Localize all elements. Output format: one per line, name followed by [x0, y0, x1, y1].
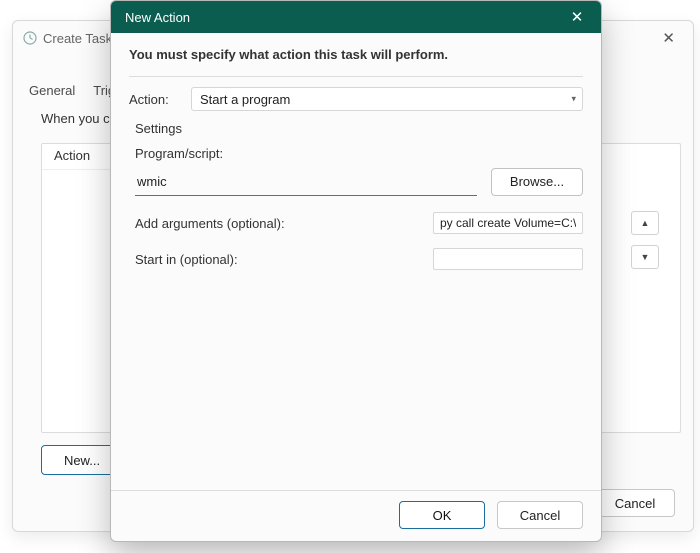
new-action-titlebar: New Action ✕ [111, 1, 601, 33]
arguments-row: Add arguments (optional): [135, 212, 583, 234]
startin-label: Start in (optional): [135, 252, 433, 267]
ok-button-label: OK [433, 508, 452, 523]
action-label: Action: [129, 92, 179, 107]
settings-area: Program/script: Browse... Add arguments … [135, 146, 583, 270]
program-script-label: Program/script: [135, 146, 583, 161]
cancel-button-label: Cancel [520, 508, 560, 523]
close-icon[interactable]: ✕ [654, 27, 683, 50]
reorder-buttons: ▲ ▼ [631, 211, 659, 269]
browse-button[interactable]: Browse... [491, 168, 583, 196]
divider [129, 76, 583, 77]
new-action-dialog: New Action ✕ You must specify what actio… [110, 0, 602, 542]
clock-icon [23, 31, 37, 45]
dialog-instruction: You must specify what action this task w… [129, 47, 583, 62]
close-icon[interactable]: ✕ [563, 5, 591, 29]
startin-row: Start in (optional): [135, 248, 583, 270]
cancel-button[interactable]: Cancel [497, 501, 583, 529]
program-row: Browse... [135, 167, 583, 196]
chevron-down-icon: ▾ [571, 94, 576, 105]
move-up-button[interactable]: ▲ [631, 211, 659, 235]
browse-button-label: Browse... [510, 174, 564, 189]
arguments-input[interactable] [433, 212, 583, 234]
create-task-cancel-label: Cancel [615, 496, 655, 511]
create-task-cancel-button[interactable]: Cancel [595, 489, 675, 517]
tab-general[interactable]: General [27, 79, 77, 102]
settings-group-label: Settings [135, 121, 583, 136]
divider [111, 490, 601, 491]
arguments-label: Add arguments (optional): [135, 216, 433, 231]
new-action-title: New Action [125, 10, 563, 25]
action-row: Action: Start a program ▾ [129, 87, 583, 111]
create-task-instruction: When you c [41, 111, 110, 126]
ok-button[interactable]: OK [399, 501, 485, 529]
create-task-tabs: General Trig [27, 79, 117, 102]
new-action-body: You must specify what action this task w… [111, 33, 601, 270]
new-action-button-label: New... [64, 453, 100, 468]
startin-input[interactable] [433, 248, 583, 270]
action-dropdown[interactable]: Start a program ▾ [191, 87, 583, 111]
program-script-input[interactable] [135, 167, 477, 196]
action-selected-value: Start a program [200, 92, 290, 107]
app-root: Create Task ✕ General Trig When you c Ac… [0, 0, 700, 553]
move-down-button[interactable]: ▼ [631, 245, 659, 269]
dialog-footer: OK Cancel [399, 501, 583, 529]
